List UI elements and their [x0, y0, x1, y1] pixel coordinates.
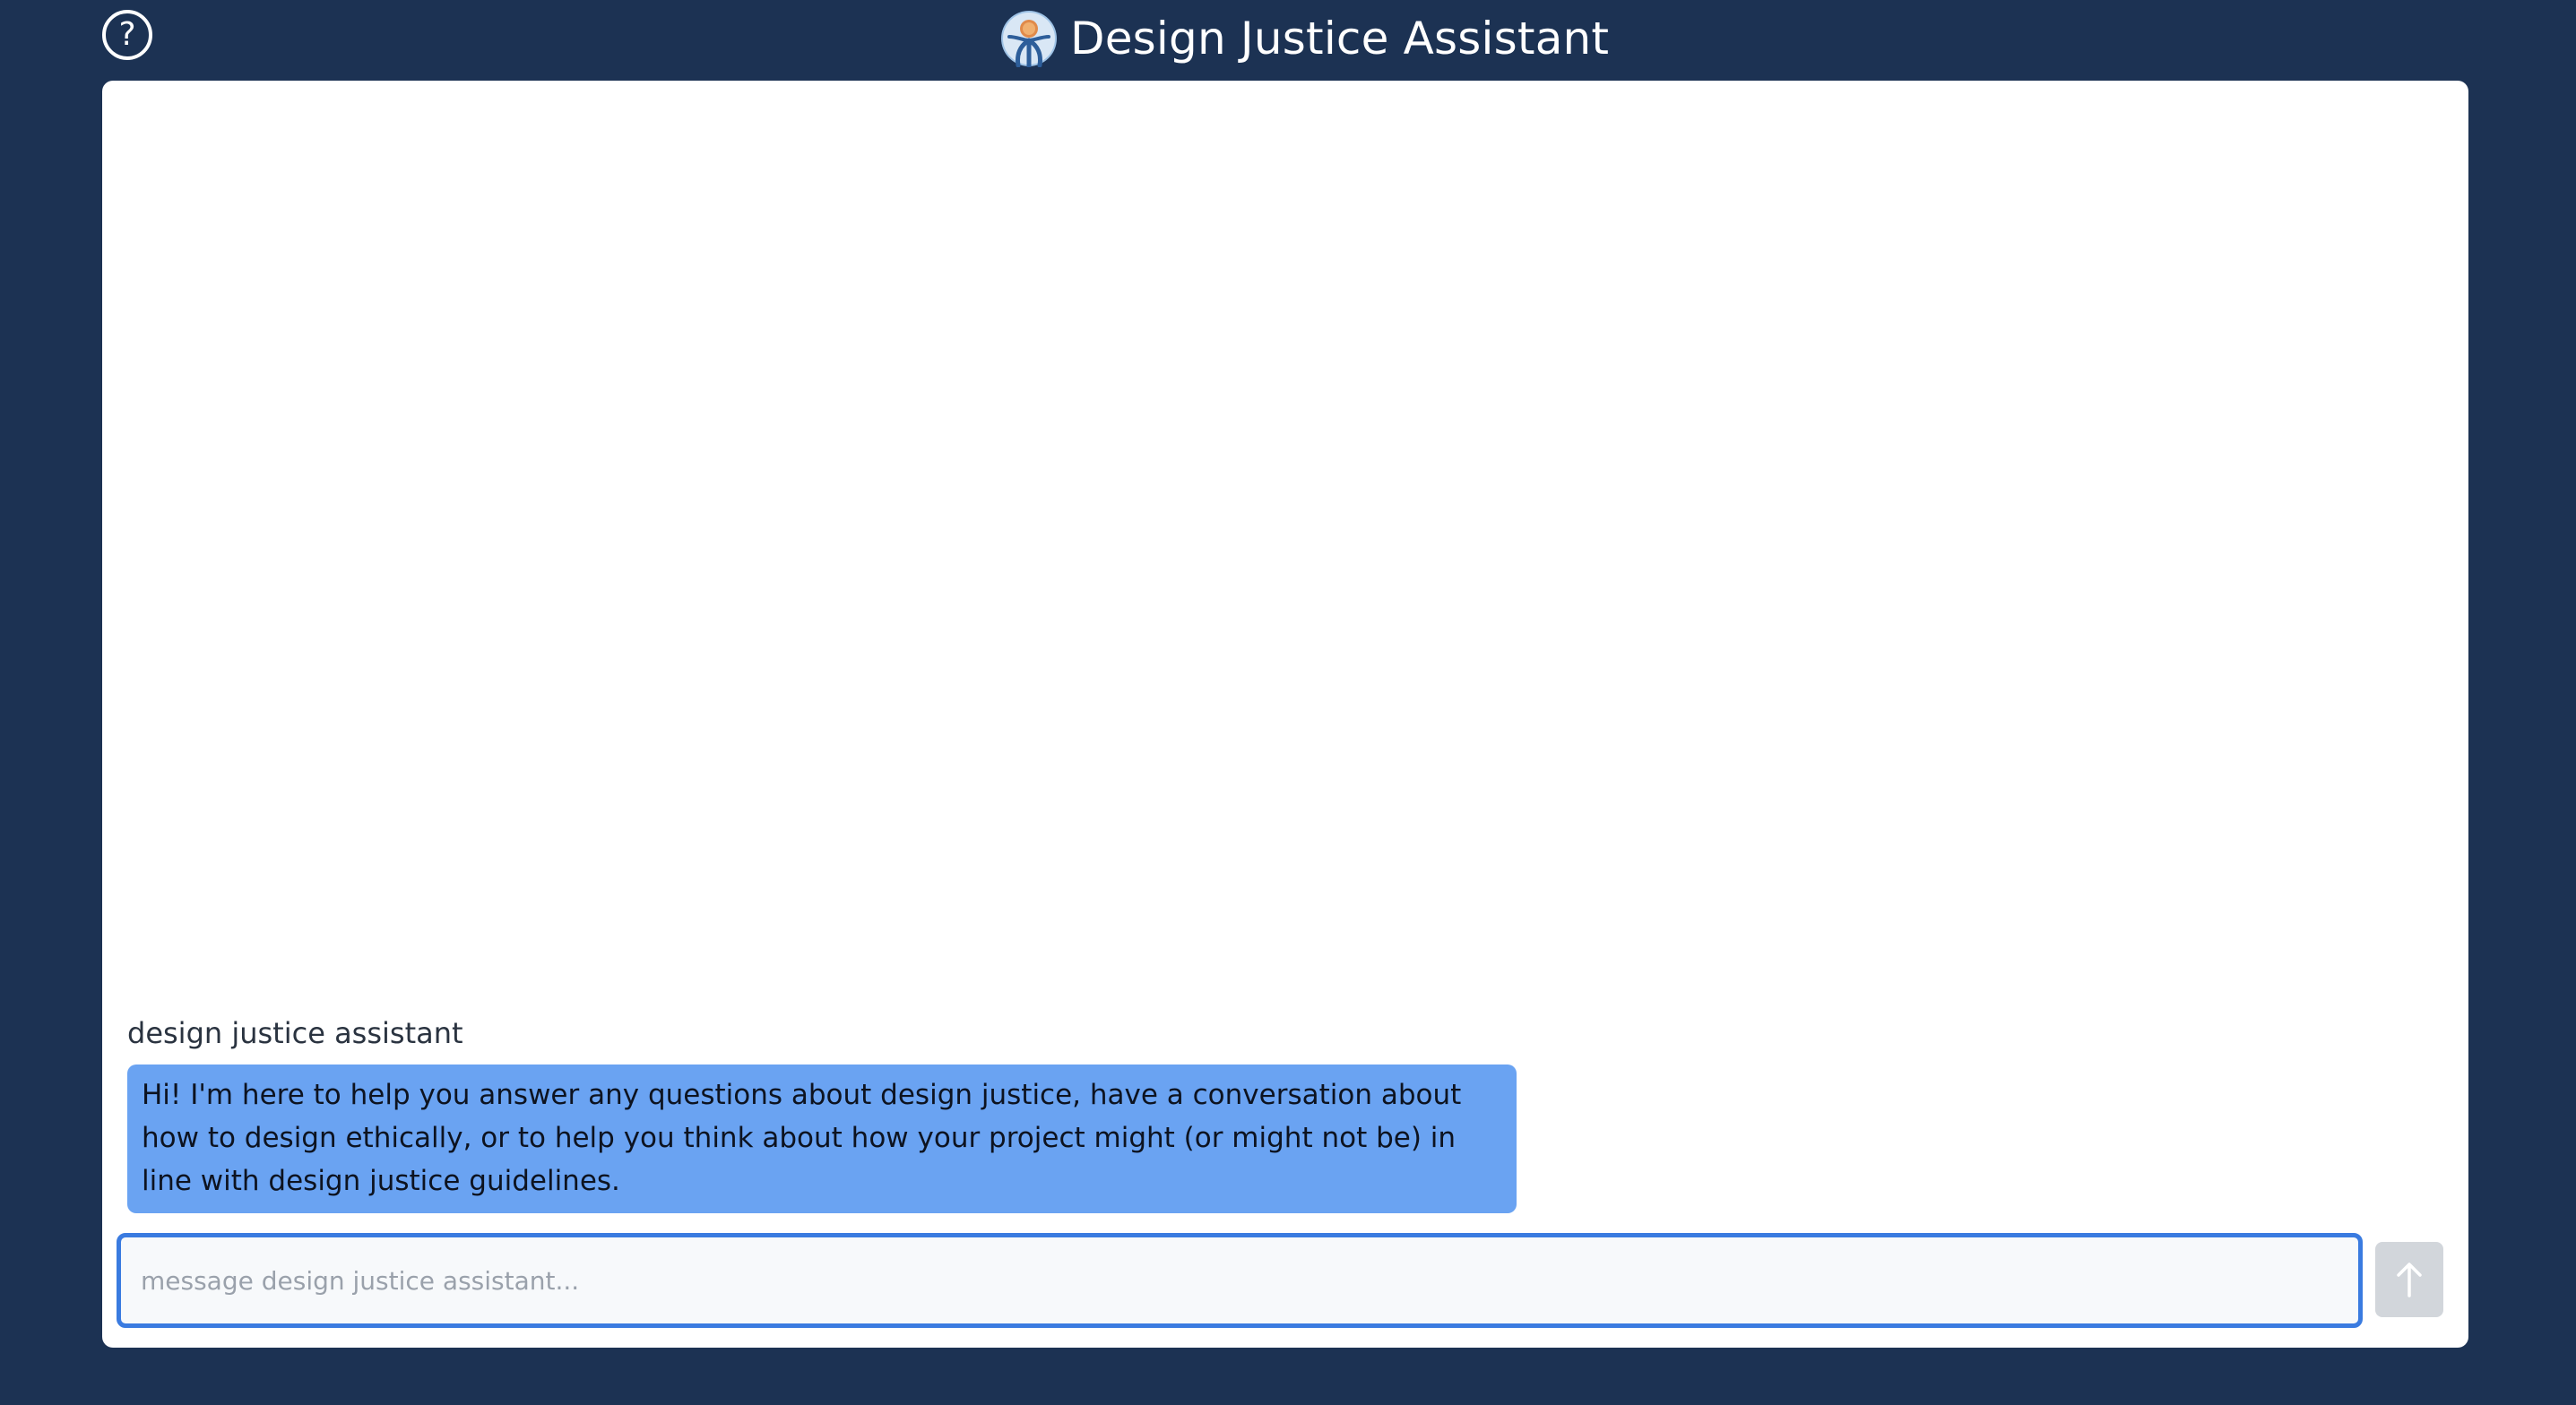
tree-person-logo-icon	[1001, 11, 1057, 67]
assistant-message-bubble: Hi! I'm here to help you answer any ques…	[127, 1065, 1517, 1213]
message-sender-label: design justice assistant	[127, 1016, 463, 1050]
chat-panel: design justice assistant Hi! I'm here to…	[102, 81, 2468, 1348]
message-input[interactable]	[117, 1233, 2363, 1328]
send-button[interactable]	[2375, 1242, 2443, 1317]
help-button[interactable]: ?	[102, 10, 152, 60]
app-title: Design Justice Assistant	[1070, 13, 1610, 65]
composer	[117, 1233, 2456, 1328]
arrow-up-icon	[2397, 1263, 2422, 1297]
title-group: Design Justice Assistant	[1000, 7, 1609, 70]
app-header: ? Design Justice Assistant	[0, 0, 2576, 79]
